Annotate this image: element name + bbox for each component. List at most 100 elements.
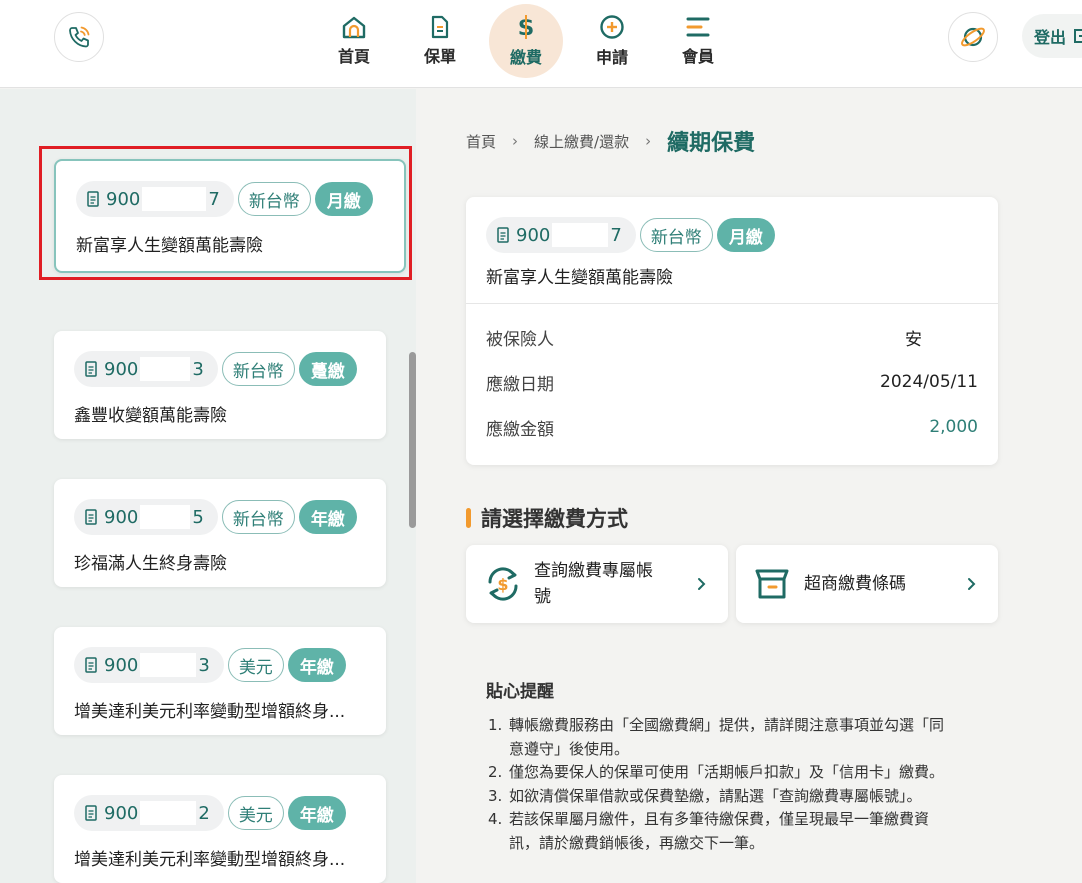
tip-line: 僅您為要保人的保單可使用「活期帳戶扣款」及「信用卡」繳費。: [509, 763, 945, 781]
tip-item: 1. 轉帳繳費服務由「全國繳費網」提供，請詳閱注意事項並勾選「同 意遵守」後使用…: [488, 714, 988, 761]
phone-icon: [69, 26, 90, 48]
detail-row-insured: 被保險人 安: [486, 322, 978, 352]
nav-payment-label: 繳費: [509, 48, 542, 67]
nav-home[interactable]: 首頁: [317, 4, 391, 78]
policy-number: 900 7: [486, 217, 636, 253]
method-label-line1: 查詢繳費專屬帳: [534, 561, 653, 581]
tips-list: 1. 轉帳繳費服務由「全國繳費網」提供，請詳閱注意事項並勾選「同 意遵守」後使用…: [488, 714, 988, 855]
tip-line: 意遵守」後使用。: [509, 739, 630, 758]
detail-label: 被保險人: [486, 329, 554, 350]
policy-number-start: 900: [104, 802, 139, 824]
policy-number: 900 5: [74, 499, 218, 535]
breadcrumb-chevron-icon: ›: [512, 132, 519, 150]
nav-policy[interactable]: 保單: [403, 4, 477, 78]
breadcrumb-chevron-icon: ›: [645, 132, 652, 150]
frequency-badge: 年繳: [287, 796, 346, 830]
policy-chip-row: 900 3 美元 年繳: [74, 647, 346, 683]
policy-card[interactable]: 900 5 新台幣 年繳 珍福滿人生終身壽險: [54, 479, 386, 587]
method-label: 查詢繳費專屬帳 號: [534, 558, 653, 610]
policy-detail-card: 900 7 新台幣 月繳 新富享人生變額萬能壽險 被保險人 安 應繳日期 202…: [466, 197, 998, 465]
policy-name: 增美達利美元利率變動型增額終身...: [74, 702, 346, 722]
method-account-button[interactable]: $ 查詢繳費專屬帳 號: [466, 545, 728, 623]
tip-number: 3.: [488, 786, 503, 805]
policy-number-end: 5: [192, 506, 204, 528]
policy-number-mask: [140, 505, 191, 529]
detail-value: 2,000: [929, 417, 978, 437]
policy-number: 900 2: [74, 795, 224, 831]
currency-badge: 美元: [227, 796, 284, 830]
svg-text:$: $: [497, 575, 508, 594]
detail-divider: [466, 303, 998, 304]
detail-label: 應繳金額: [486, 419, 554, 440]
frequency-badge: 年繳: [298, 500, 357, 534]
nav-apply[interactable]: 申請: [575, 4, 649, 78]
policy-number-start: 900: [104, 654, 139, 676]
home-icon: [342, 16, 366, 39]
tip-line: 若該保單屬月繳件，且有多筆待繳保費，僅呈現最早一筆繳費資: [509, 810, 930, 828]
policy-name: 新富享人生變額萬能壽險: [486, 268, 673, 288]
planet-icon: [961, 27, 985, 47]
tip-number: 2.: [488, 763, 503, 781]
frequency-badge: 年繳: [287, 648, 346, 682]
chevron-right-icon: [698, 578, 706, 590]
tip-number: 4.: [488, 810, 503, 828]
detail-row-due-date: 應繳日期 2024/05/11: [486, 367, 978, 397]
logout-button[interactable]: 登出: [1022, 14, 1082, 58]
policy-chip-row: 900 5 新台幣 年繳: [74, 499, 357, 535]
tip-text: 轉帳繳費服務由「全國繳費網」提供，請詳閱注意事項並勾選「同 意遵守」後使用。: [509, 714, 944, 761]
policy-number-end: 2: [198, 802, 210, 824]
tip-line: 訊，請於繳費銷帳後，再繳交下一筆。: [509, 833, 765, 852]
policy-name: 鑫豐收變額萬能壽險: [74, 406, 227, 426]
tip-line: 如欲清償保單借款或保費墊繳，請點選「查詢繳費專屬帳號」。: [509, 786, 922, 805]
document-icon: [497, 227, 509, 243]
policy-number-mask: [140, 653, 197, 677]
breadcrumb-parent[interactable]: 線上繳費/還款: [534, 131, 629, 152]
logout-label: 登出: [1034, 28, 1067, 47]
chevron-right-icon: [968, 578, 976, 590]
policy-number-mask: [140, 801, 197, 825]
breadcrumb: 首頁 › 線上繳費/還款 › 續期保費: [466, 124, 755, 158]
policy-card[interactable]: 900 3 美元 年繳 增美達利美元利率變動型增額終身...: [54, 627, 386, 735]
currency-badge: 新台幣: [639, 218, 713, 252]
detail-value: 安: [905, 329, 922, 350]
frequency-badge: 月繳: [716, 218, 775, 252]
method-label: 超商繳費條碼: [804, 574, 906, 594]
selected-policy-highlight: [39, 146, 412, 280]
nav-member-label: 會員: [681, 47, 714, 66]
service-button[interactable]: [948, 12, 998, 62]
refresh-dollar-icon: $: [488, 567, 518, 601]
policy-number-end: 7: [610, 224, 622, 246]
tip-item: 3. 如欲清償保單借款或保費墊繳，請點選「查詢繳費專屬帳號」。: [488, 785, 988, 809]
store-icon: [755, 569, 789, 599]
currency-badge: 新台幣: [221, 500, 295, 534]
tip-item: 4. 若該保單屬月繳件，且有多筆待繳保費，僅呈現最早一筆繳費資 訊，請於繳費銷帳…: [488, 808, 988, 855]
phone-button[interactable]: [54, 12, 104, 62]
plus-circle-icon: [600, 15, 624, 39]
policy-chip-row: 900 7 新台幣 月繳: [486, 217, 775, 253]
top-nav-bar: 首頁 保單 $ 繳費 申請 會員 登出: [0, 0, 1082, 88]
dollar-icon: $: [518, 14, 535, 40]
logout-icon: [1074, 29, 1082, 43]
policy-card[interactable]: 900 2 美元 年繳 增美達利美元利率變動型增額終身...: [54, 775, 386, 883]
policy-chip-row: 900 2 美元 年繳: [74, 795, 346, 831]
document-icon: [85, 657, 97, 673]
detail-row-amount: 應繳金額 2,000: [486, 412, 978, 442]
policy-name: 增美達利美元利率變動型增額終身...: [74, 850, 346, 870]
method-label-line2: 號: [534, 587, 551, 607]
policy-number-mask: [140, 357, 191, 381]
policy-number-start: 900: [516, 224, 551, 246]
document-icon: [85, 805, 97, 821]
policy-number-start: 900: [104, 506, 139, 528]
nav-payment[interactable]: $ 繳費: [489, 4, 563, 78]
policy-card[interactable]: 900 3 新台幣 躉繳 鑫豐收變額萬能壽險: [54, 331, 386, 439]
nav-policy-label: 保單: [423, 47, 456, 66]
nav-member[interactable]: 會員: [661, 4, 735, 78]
nav-apply-label: 申請: [595, 48, 628, 67]
policy-number-end: 3: [198, 654, 210, 676]
tip-item: 2. 僅您為要保人的保單可使用「活期帳戶扣款」及「信用卡」繳費。: [488, 761, 988, 785]
currency-badge: 新台幣: [221, 352, 295, 386]
method-barcode-button[interactable]: 超商繳費條碼: [736, 545, 998, 623]
nav-home-label: 首頁: [337, 47, 370, 66]
policy-list-scrollbar[interactable]: [409, 352, 416, 528]
breadcrumb-home[interactable]: 首頁: [466, 131, 496, 152]
